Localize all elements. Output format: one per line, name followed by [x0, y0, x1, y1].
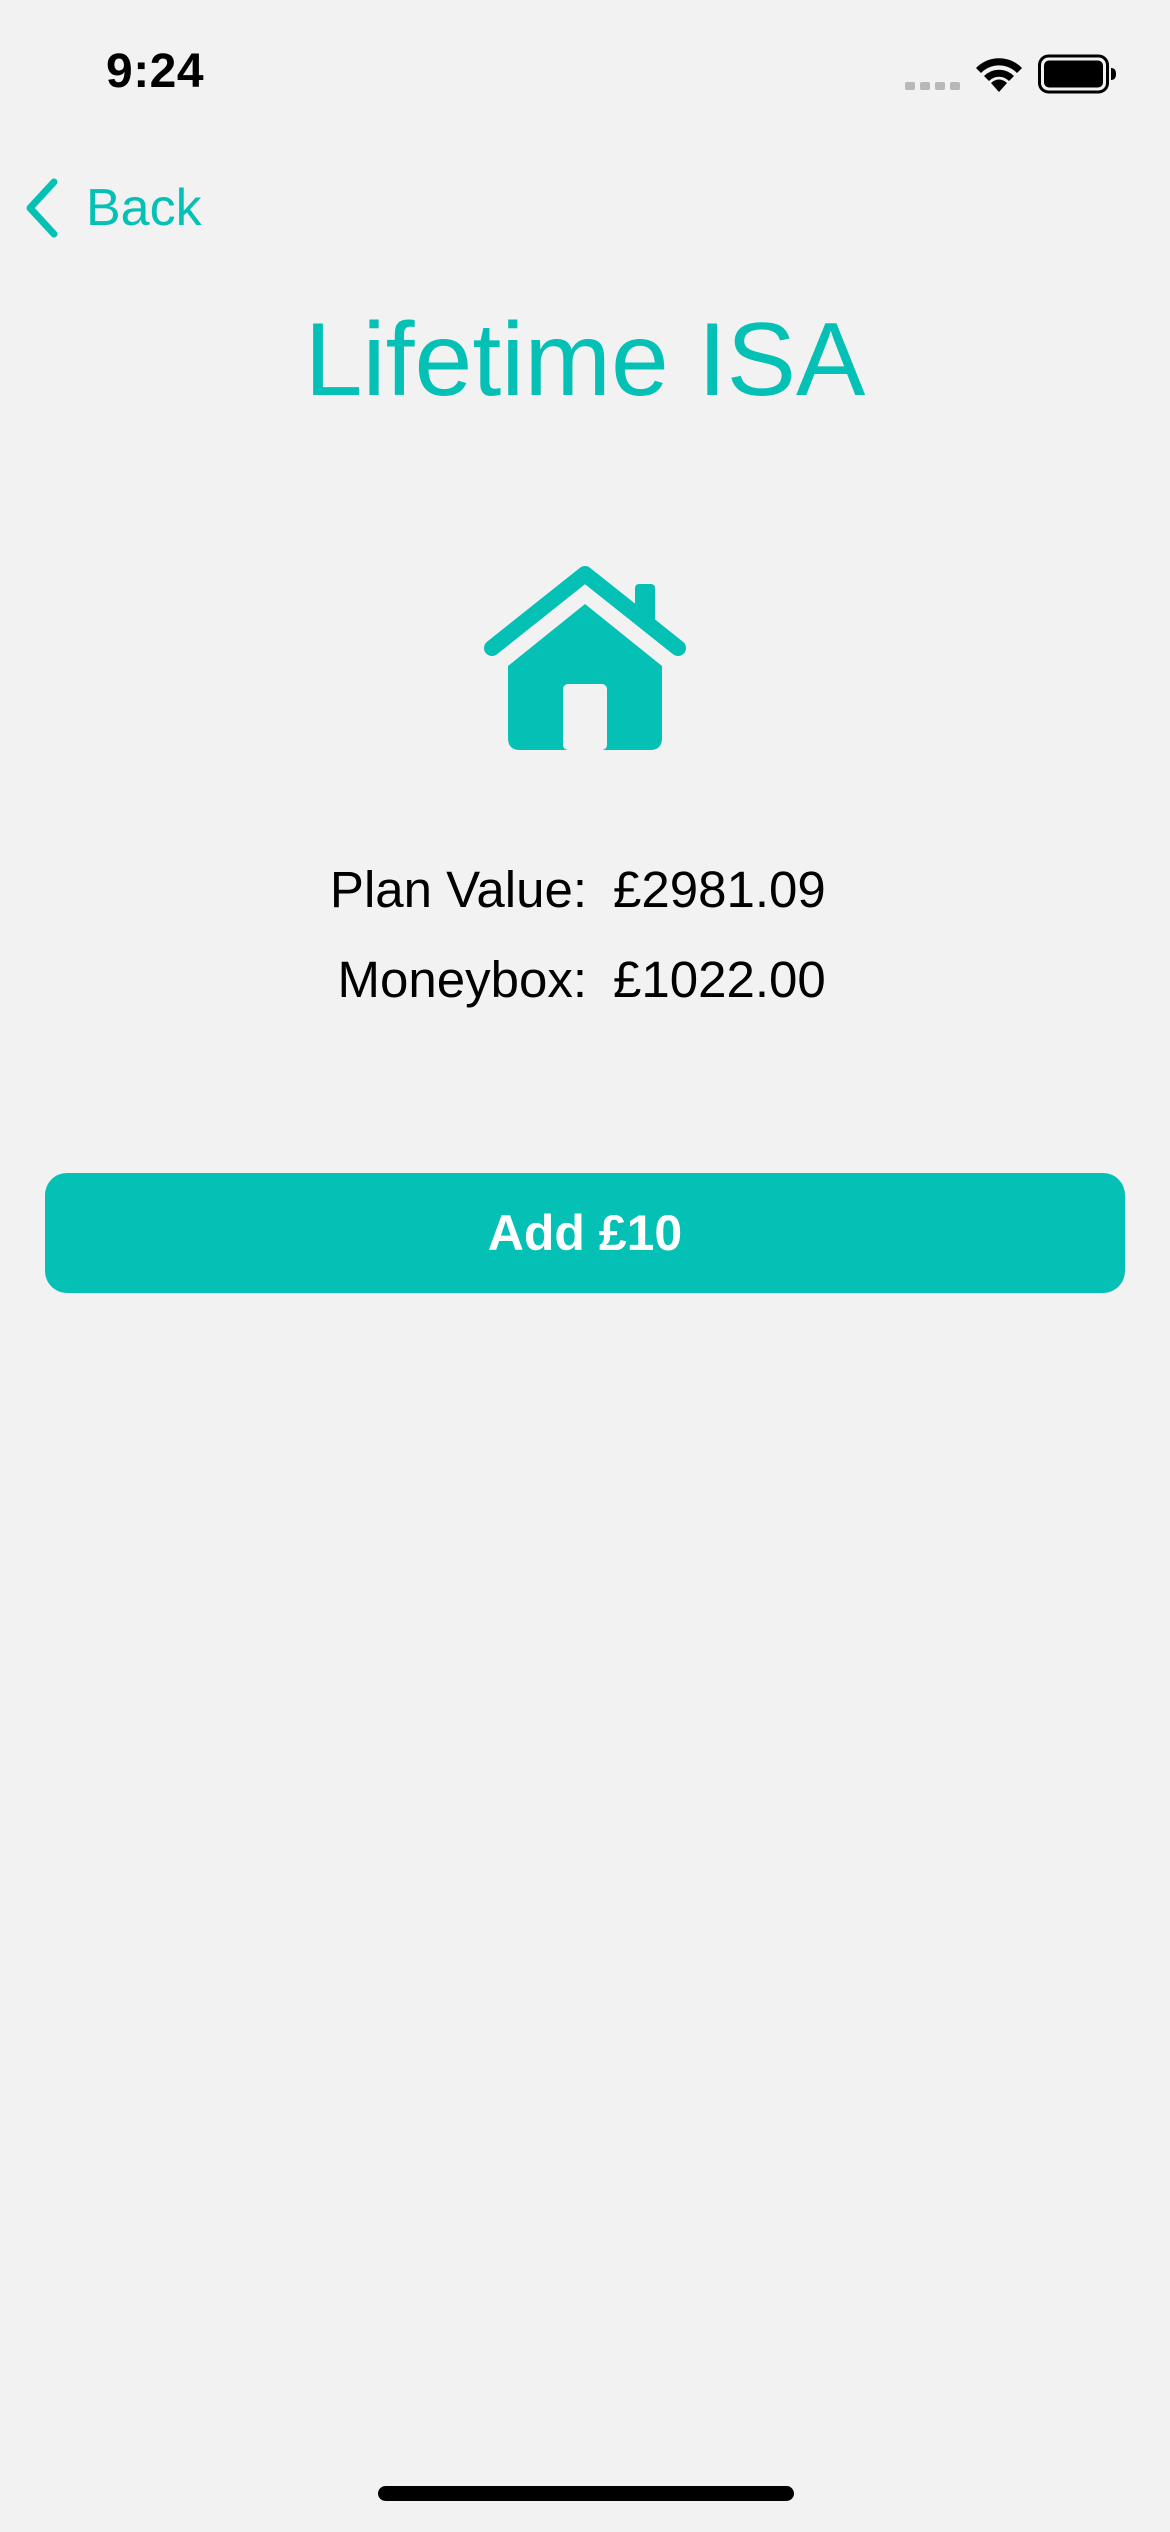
plan-value-label: Plan Value:: [329, 861, 587, 918]
wifi-icon: [976, 58, 1022, 92]
battery-icon: [1038, 54, 1116, 94]
status-bar: 9:24: [0, 0, 1170, 140]
plan-value-amount: £2981.09: [613, 861, 826, 918]
back-button[interactable]: Back: [22, 170, 202, 246]
status-time: 9:24: [106, 45, 205, 98]
house-icon: [484, 566, 686, 750]
page-title: Lifetime ISA: [304, 302, 866, 418]
moneybox-label: Moneybox:: [337, 951, 587, 1008]
back-label: Back: [86, 179, 202, 237]
moneybox-row: Moneybox: £1022.00: [0, 950, 1170, 1030]
signal-icon: [905, 82, 960, 90]
chevron-left-icon: [26, 178, 58, 238]
home-indicator[interactable]: [378, 2486, 794, 2501]
moneybox-amount: £1022.00: [613, 951, 826, 1008]
add-ten-pounds-button[interactable]: Add £10: [45, 1173, 1125, 1293]
plan-value-row: Plan Value: £2981.09: [0, 860, 1170, 940]
